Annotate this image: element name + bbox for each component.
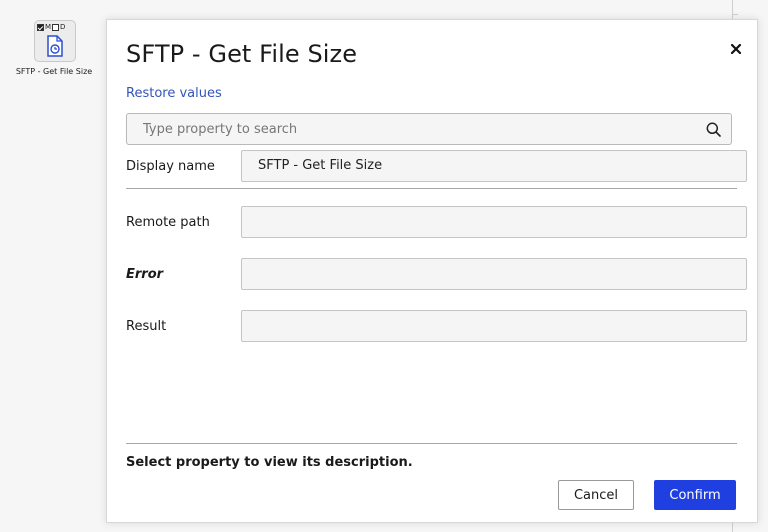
flag-d-checkbox[interactable]	[52, 24, 60, 31]
result-field[interactable]	[241, 310, 747, 342]
display-name-field[interactable]: SFTP - Get File Size	[241, 150, 747, 182]
display-name-label: Display name	[126, 159, 215, 174]
property-description: Select property to view its description.	[126, 455, 413, 470]
properties-dialog: SFTP - Get File Size Restore values Disp…	[106, 19, 758, 523]
close-icon[interactable]	[727, 40, 745, 58]
confirm-button[interactable]: Confirm	[654, 480, 736, 510]
cancel-button[interactable]: Cancel	[558, 480, 634, 510]
node-box[interactable]: M D	[34, 20, 76, 62]
remote-path-label: Remote path	[126, 215, 210, 230]
flag-m-label: M	[45, 23, 52, 31]
search-icon[interactable]	[706, 122, 721, 137]
flag-m-checkbox[interactable]	[37, 24, 44, 31]
canvas-guide-tick	[732, 14, 738, 15]
description-divider	[126, 443, 737, 444]
divider	[126, 188, 737, 189]
error-label: Error	[126, 267, 164, 282]
file-clock-icon	[47, 35, 63, 57]
node-flags: M D	[37, 23, 65, 32]
node-label: SFTP - Get File Size	[15, 67, 93, 76]
search-input[interactable]	[127, 114, 683, 144]
remote-path-field[interactable]	[241, 206, 747, 238]
workflow-node[interactable]: M D SFTP - Get File Size	[6, 20, 102, 76]
flag-d-label: D	[60, 23, 66, 31]
property-search	[126, 113, 732, 145]
error-field[interactable]	[241, 258, 747, 290]
dialog-title: SFTP - Get File Size	[126, 40, 358, 68]
result-label: Result	[126, 319, 167, 334]
restore-values-link[interactable]: Restore values	[126, 86, 222, 101]
